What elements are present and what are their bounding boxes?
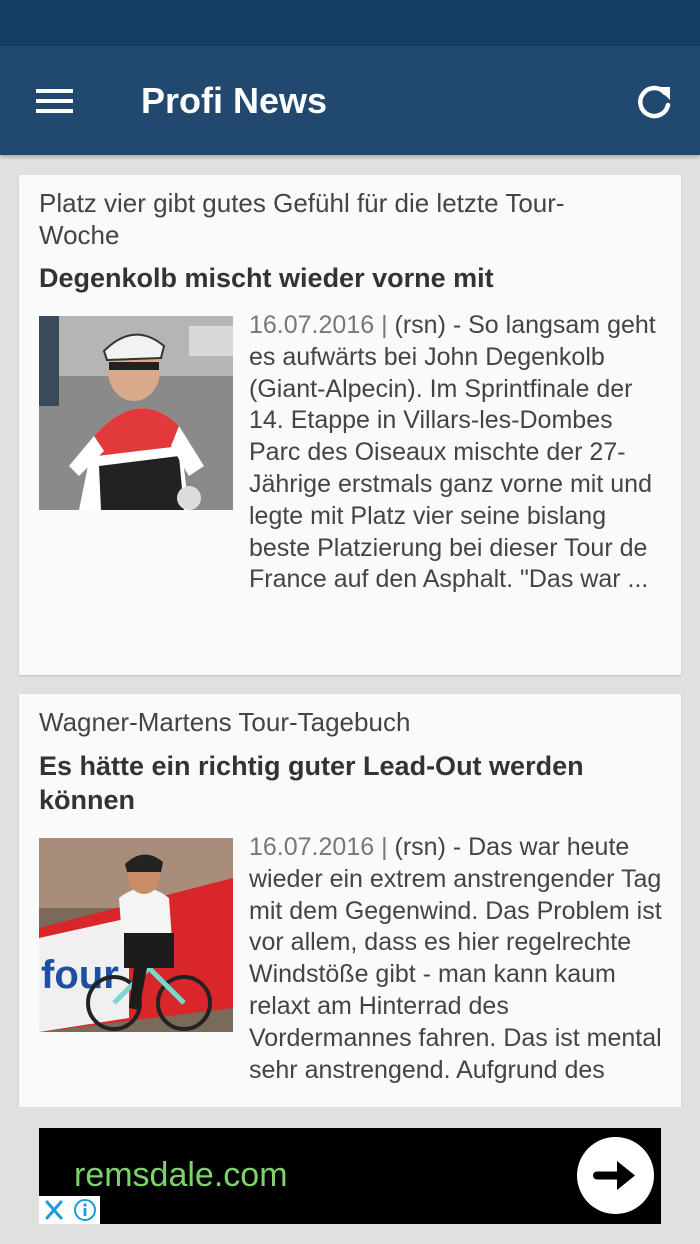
app-title: Profi News [141, 80, 328, 121]
ad-choices [39, 1196, 100, 1224]
info-icon[interactable] [70, 1196, 100, 1224]
arrow-right-icon[interactable] [577, 1137, 654, 1214]
article-card[interactable]: Wagner-Martens Tour-Tagebuch Es hätte ei… [19, 694, 681, 1107]
article-card[interactable]: Platz vier gibt gutes Gefühl für die let… [19, 175, 681, 675]
hamburger-menu-icon[interactable] [30, 81, 78, 121]
news-feed[interactable]: Platz vier gibt gutes Gefühl für die let… [0, 155, 700, 1107]
article-date: 16.07.2016 | [249, 311, 388, 339]
article-headline[interactable]: Degenkolb mischt wieder vorne mit [39, 261, 649, 295]
refresh-icon[interactable] [630, 78, 678, 126]
article-kicker: Wagner-Martens Tour-Tagebuch [39, 707, 411, 737]
article-date: 16.07.2016 | [249, 833, 388, 861]
status-bar [0, 0, 700, 46]
article-headline[interactable]: Es hätte ein richtig guter Lead-Out werd… [39, 749, 649, 817]
ad-banner[interactable]: remsdale.com [39, 1128, 661, 1224]
close-icon[interactable] [39, 1196, 69, 1224]
article-thumbnail[interactable]: four [39, 838, 233, 1032]
article-kicker: Platz vier gibt gutes Gefühl für die let… [39, 188, 565, 250]
svg-text:four: four [41, 953, 119, 997]
article-thumbnail[interactable] [39, 316, 233, 510]
article-teaser: 16.07.2016 | (rsn) - So langsam geht es … [249, 310, 669, 596]
article-teaser: 16.07.2016 | (rsn) - Das war heute wiede… [249, 832, 669, 1086]
app-bar: Profi News [0, 46, 700, 155]
article-teaser-text: (rsn) - So langsam geht es aufwärts bei … [249, 311, 656, 594]
article-teaser-text: (rsn) - Das war heute wieder ein extrem … [249, 833, 662, 1084]
ad-url[interactable]: remsdale.com [74, 1154, 288, 1196]
